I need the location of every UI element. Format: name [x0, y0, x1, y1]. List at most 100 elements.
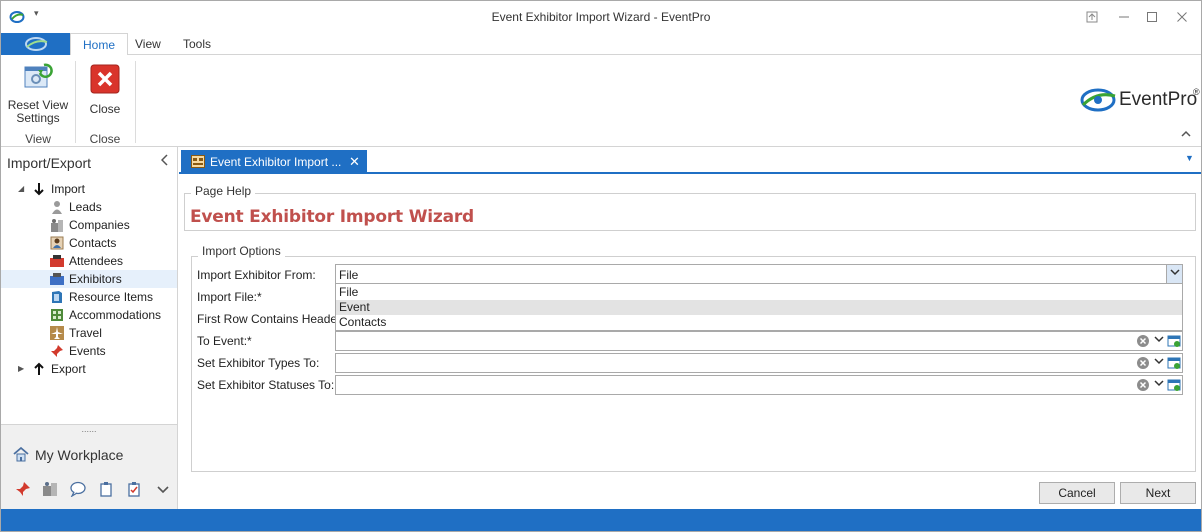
logo-registered-mark: ®: [1193, 87, 1200, 97]
to-event-lookup[interactable]: [335, 331, 1183, 351]
my-workplace-button[interactable]: My Workplace: [1, 435, 177, 467]
logo-text: EventPro: [1119, 89, 1198, 110]
import-from-label: Import Exhibitor From:: [197, 268, 316, 282]
close-button[interactable]: Close: [81, 61, 129, 116]
next-button[interactable]: Next: [1120, 482, 1196, 504]
to-event-label: To Event:*: [197, 334, 252, 348]
clear-icon[interactable]: [1136, 334, 1150, 348]
wizard-content: Page Help Event Exhibitor Import Wizard …: [179, 176, 1201, 509]
tree-item-leads[interactable]: Leads: [1, 198, 177, 216]
group-separator: [75, 61, 76, 143]
dropdown-option-file[interactable]: File: [336, 285, 1182, 300]
eventpro-swoosh-icon: [1080, 88, 1116, 112]
building-icon[interactable]: [42, 481, 58, 497]
accommodation-icon: [51, 309, 63, 321]
close-red-x-icon: [90, 64, 120, 94]
tree-item-label: Accommodations: [69, 308, 162, 322]
tree-item-travel[interactable]: Travel: [1, 324, 177, 342]
first-row-headers-label: First Row Contains Headers: [197, 312, 348, 326]
group-separator: [135, 61, 136, 143]
pin-window-icon[interactable]: [1081, 7, 1103, 27]
close-tab-icon[interactable]: ✕: [349, 154, 360, 170]
tree-item-accommodations[interactable]: Accommodations: [1, 306, 177, 324]
dropdown-option-contacts[interactable]: Contacts: [336, 315, 1182, 330]
speech-bubble-icon[interactable]: [70, 481, 86, 497]
chevron-down-icon[interactable]: [1151, 376, 1167, 394]
minimize-icon[interactable]: [1113, 7, 1135, 27]
exhibitor-types-lookup[interactable]: [335, 353, 1183, 373]
tree-item-export[interactable]: ▶ Export: [1, 360, 177, 378]
arrow-up-icon: [34, 362, 44, 375]
exhibitor-icon: [50, 273, 64, 285]
eventpro-file-logo-icon: [25, 37, 48, 51]
tree-item-exhibitors[interactable]: Exhibitors: [1, 270, 177, 288]
app-window: ▾ Event Exhibitor Import Wizard - EventP…: [0, 0, 1202, 532]
navigation-pane: Import/Export ◢ Import Leads Companies C…: [1, 147, 178, 509]
chevron-down-icon[interactable]: [1166, 265, 1182, 283]
nav-splitter[interactable]: ......: [1, 424, 177, 435]
tree-item-import[interactable]: ◢ Import: [1, 180, 177, 198]
clipboard-check-icon[interactable]: [126, 481, 142, 497]
tree-item-label: Companies: [69, 218, 130, 232]
lookup-grid-icon[interactable]: [1167, 378, 1181, 392]
pushpin-icon[interactable]: [15, 481, 31, 497]
clipboard-copy-icon[interactable]: [98, 481, 114, 497]
tree-item-label: Exhibitors: [69, 272, 122, 286]
document-tab[interactable]: Event Exhibitor Import ... ✕: [181, 150, 367, 174]
my-workplace-label: My Workplace: [35, 447, 124, 463]
close-window-icon[interactable]: [1171, 7, 1193, 27]
dropdown-option-event[interactable]: Event: [336, 300, 1182, 315]
reset-view-icon: [24, 63, 53, 88]
exhibitor-statuses-lookup[interactable]: [335, 375, 1183, 395]
tree-item-label: Resource Items: [69, 290, 154, 304]
tree-item-companies[interactable]: Companies: [1, 216, 177, 234]
chevron-down-icon[interactable]: [1151, 332, 1167, 350]
status-bar: [1, 509, 1201, 531]
window-title: Event Exhibitor Import Wizard - EventPro: [491, 10, 711, 24]
page-title: Event Exhibitor Import Wizard: [190, 207, 474, 227]
cancel-button[interactable]: Cancel: [1039, 482, 1115, 504]
collapse-ribbon-icon[interactable]: [1181, 129, 1191, 141]
page-help-legend: Page Help: [191, 184, 256, 198]
tree-item-label: Contacts: [69, 236, 117, 250]
eventpro-logo: EventPro ®: [1079, 85, 1201, 115]
chevron-down-icon[interactable]: [155, 481, 171, 497]
close-label: Close: [89, 102, 121, 116]
clear-icon[interactable]: [1136, 356, 1150, 370]
pushpin-icon: [51, 345, 63, 357]
tab-view[interactable]: View: [123, 33, 173, 55]
building-icon: [51, 219, 63, 232]
collapse-nav-icon[interactable]: [160, 153, 169, 169]
person-icon: [52, 201, 62, 214]
tab-home[interactable]: Home: [70, 33, 129, 56]
document-tab-strip: Event Exhibitor Import ... ✕ ▼: [179, 147, 1201, 174]
maximize-icon[interactable]: [1141, 7, 1163, 27]
tree-item-attendees[interactable]: Attendees: [1, 252, 177, 270]
tree-item-label: Leads: [69, 200, 102, 214]
import-from-dropdown-list: File Event Contacts: [335, 283, 1183, 331]
ribbon-body: Reset View Settings View Close Close Eve…: [1, 55, 1201, 147]
lookup-grid-icon[interactable]: [1167, 356, 1181, 370]
tree-item-events[interactable]: Events: [1, 342, 177, 360]
collapsed-icon[interactable]: ▶: [18, 360, 24, 378]
import-from-select[interactable]: File: [335, 264, 1183, 284]
lookup-grid-icon[interactable]: [1167, 334, 1181, 348]
tab-tools[interactable]: Tools: [171, 33, 223, 55]
tab-list-dropdown-icon[interactable]: ▼: [1185, 153, 1194, 163]
tree-item-contacts[interactable]: Contacts: [1, 234, 177, 252]
exhibitor-statuses-label: Set Exhibitor Statuses To:: [197, 378, 335, 392]
expanded-icon[interactable]: ◢: [18, 180, 24, 198]
home-icon: [13, 446, 29, 462]
chevron-down-icon[interactable]: [1151, 354, 1167, 372]
document-tab-label: Event Exhibitor Import ...: [210, 155, 342, 169]
clear-icon[interactable]: [1136, 378, 1150, 392]
reset-view-settings-button[interactable]: Reset View Settings: [7, 61, 69, 125]
exhibitor-types-label: Set Exhibitor Types To:: [197, 356, 320, 370]
ribbon-tab-row: Home View Tools: [1, 33, 1201, 56]
title-bar: ▾ Event Exhibitor Import Wizard - EventP…: [1, 1, 1201, 33]
tree-item-resource-items[interactable]: Resource Items: [1, 288, 177, 306]
import-file-label: Import File:*: [197, 290, 262, 304]
file-menu-button[interactable]: [1, 33, 70, 55]
tree-item-label: Events: [69, 344, 106, 358]
reset-view-label-line2: Settings: [16, 111, 60, 125]
